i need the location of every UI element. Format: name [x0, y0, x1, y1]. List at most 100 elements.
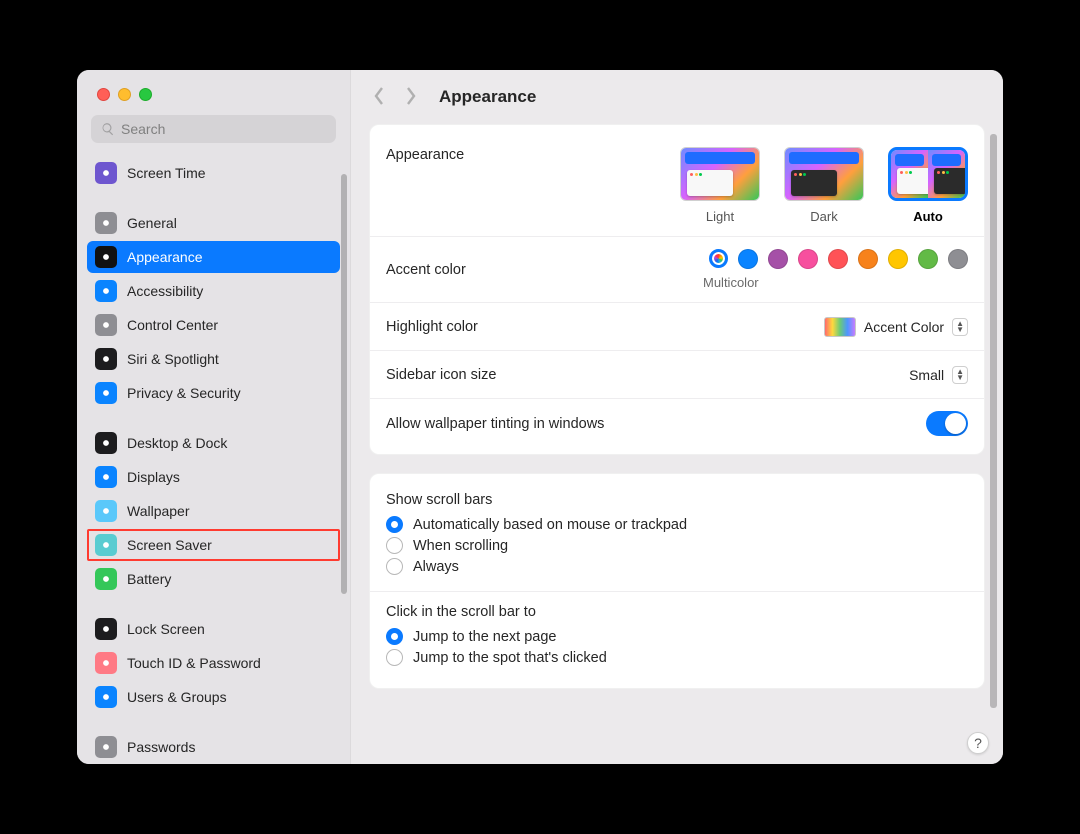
scroll_bars-option[interactable]: Automatically based on mouse or trackpad: [386, 514, 968, 535]
appearance-option-dark[interactable]: [784, 147, 864, 201]
accent-swatch-3[interactable]: [828, 249, 848, 269]
sidebar-item-desktop-dock[interactable]: Desktop & Dock: [87, 427, 340, 459]
pane-title: Appearance: [439, 87, 536, 107]
sidebar-nav: Screen Time General Appearance Accessibilit…: [77, 151, 350, 764]
tinting-toggle[interactable]: [926, 411, 968, 436]
minimize-window-button[interactable]: [118, 88, 131, 101]
sidebar-item-passwords[interactable]: Passwords: [87, 731, 340, 763]
sidebar-scrollbar[interactable]: [341, 174, 347, 594]
sidebar-item-wallpaper[interactable]: Wallpaper: [87, 495, 340, 527]
wallpaper-icon: [95, 500, 117, 522]
appearance-option-label: Auto: [888, 209, 968, 224]
sidebar-item-label: Appearance: [127, 249, 203, 265]
sidebar-item-screen-time[interactable]: Screen Time: [87, 157, 340, 189]
appearance-option-light[interactable]: [680, 147, 760, 201]
sidebar-item-privacy-security[interactable]: Privacy & Security: [87, 377, 340, 409]
sidebar-size-select[interactable]: Small ▲▼: [909, 366, 968, 384]
sidebar-item-label: Wallpaper: [127, 503, 190, 519]
appearance-option-auto[interactable]: [888, 147, 968, 201]
search-container: Search: [77, 101, 350, 151]
sidebar-item-label: Siri & Spotlight: [127, 351, 219, 367]
forward-button[interactable]: [403, 86, 419, 109]
updown-icon: ▲▼: [952, 318, 968, 336]
sidebar-item-touch-id[interactable]: Touch ID & Password: [87, 647, 340, 679]
appearance-icon: [95, 246, 117, 268]
sidebar-item-label: Control Center: [127, 317, 218, 333]
close-window-button[interactable]: [97, 88, 110, 101]
sidebar-item-lock-screen[interactable]: Lock Screen: [87, 613, 340, 645]
displays-icon: [95, 466, 117, 488]
accent-swatch-0[interactable]: [738, 249, 758, 269]
updown-icon: ▲▼: [952, 366, 968, 384]
sidebar-item-general[interactable]: General: [87, 207, 340, 239]
radio-label: When scrolling: [413, 538, 508, 554]
main-pane: Appearance Appearance LightDarkAuto Acce…: [351, 70, 1003, 764]
accent-swatch-2[interactable]: [798, 249, 818, 269]
highlight-value: Accent Color: [864, 319, 944, 335]
accent-swatch-7[interactable]: [948, 249, 968, 269]
sidebar-item-displays[interactable]: Displays: [87, 461, 340, 493]
sidebar-item-siri-spotlight[interactable]: Siri & Spotlight: [87, 343, 340, 375]
search-input[interactable]: Search: [91, 115, 336, 143]
accent-selected-label: Multicolor: [703, 275, 759, 290]
accent-swatch-6[interactable]: [918, 249, 938, 269]
desktop-dock-icon: [95, 432, 117, 454]
accent-swatch-5[interactable]: [888, 249, 908, 269]
accent-swatch-multicolor[interactable]: [709, 249, 728, 268]
sidebar-item-label: Displays: [127, 469, 180, 485]
scroll_bars-option[interactable]: When scrolling: [386, 535, 968, 556]
sidebar-item-label: Users & Groups: [127, 689, 227, 705]
accent-swatches: Multicolor: [709, 249, 968, 290]
sidebar-item-label: Accessibility: [127, 283, 203, 299]
card-scroll: Show scroll bars Automatically based on …: [369, 473, 985, 689]
sidebar-item-screen-saver[interactable]: Screen Saver: [87, 529, 340, 561]
radio-icon: [386, 516, 403, 533]
card-appearance: Appearance LightDarkAuto Accent color Mu…: [369, 124, 985, 455]
scroll_click-option[interactable]: Jump to the next page: [386, 626, 968, 647]
sidebar-item-label: Privacy & Security: [127, 385, 241, 401]
sidebar-item-users-groups[interactable]: Users & Groups: [87, 681, 340, 713]
scroll_bars-option[interactable]: Always: [386, 556, 968, 577]
highlight-select[interactable]: Accent Color ▲▼: [824, 317, 968, 337]
sidebar: Search Screen Time General Appearance Acces…: [77, 70, 351, 764]
help-button[interactable]: ?: [967, 732, 989, 754]
sidebar-item-accessibility[interactable]: Accessibility: [87, 275, 340, 307]
radio-icon: [386, 628, 403, 645]
tinting-title: Allow wallpaper tinting in windows: [386, 416, 604, 432]
content-scrollbar[interactable]: [990, 134, 997, 708]
radio-icon: [386, 649, 403, 666]
radio-label: Jump to the next page: [413, 629, 557, 645]
sidebar-item-appearance[interactable]: Appearance: [87, 241, 340, 273]
scroll-bars-group: Show scroll bars Automatically based on …: [370, 480, 984, 591]
control-center-icon: [95, 314, 117, 336]
highlight-swatch: [824, 317, 856, 337]
highlight-title: Highlight color: [386, 319, 478, 335]
screen-saver-icon: [95, 534, 117, 556]
accent-swatch-1[interactable]: [768, 249, 788, 269]
appearance-thumbs: Light Dark Auto: [680, 147, 968, 224]
siri-spotlight-icon: [95, 348, 117, 370]
sidebar-item-label: Touch ID & Password: [127, 655, 261, 671]
scroll-bars-title: Show scroll bars: [386, 492, 968, 508]
scroll-click-title: Click in the scroll bar to: [386, 604, 968, 620]
radio-icon: [386, 558, 403, 575]
back-button[interactable]: [371, 86, 387, 109]
screen-time-icon: [95, 162, 117, 184]
lock-screen-icon: [95, 618, 117, 640]
radio-label: Always: [413, 559, 459, 575]
general-icon: [95, 212, 117, 234]
zoom-window-button[interactable]: [139, 88, 152, 101]
scroll_click-option[interactable]: Jump to the spot that's clicked: [386, 647, 968, 668]
users-groups-icon: [95, 686, 117, 708]
accent-swatch-4[interactable]: [858, 249, 878, 269]
appearance-option-label: Light: [680, 209, 760, 224]
touch-id-icon: [95, 652, 117, 674]
sidebar-size-title: Sidebar icon size: [386, 367, 496, 383]
sidebar-item-battery[interactable]: Battery: [87, 563, 340, 595]
accent-title: Accent color: [386, 262, 466, 278]
privacy-security-icon: [95, 382, 117, 404]
sidebar-item-label: Screen Saver: [127, 537, 212, 553]
scroll-click-group: Click in the scroll bar to Jump to the n…: [370, 591, 984, 682]
appearance-option-label: Dark: [784, 209, 864, 224]
sidebar-item-control-center[interactable]: Control Center: [87, 309, 340, 341]
